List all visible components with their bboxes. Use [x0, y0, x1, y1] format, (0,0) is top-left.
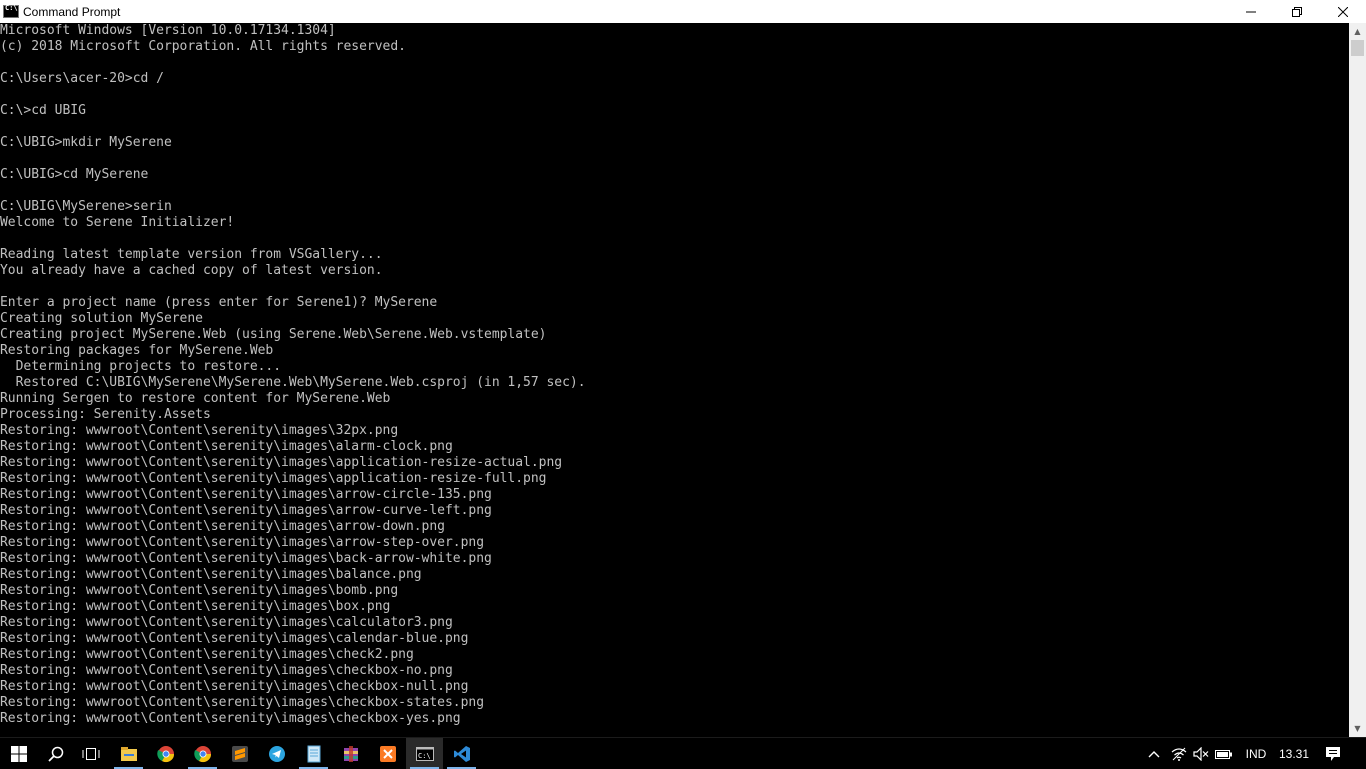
window-titlebar[interactable]: Command Prompt [0, 0, 1366, 23]
console-line: Restoring packages for MySerene.Web [0, 343, 274, 358]
console-line: Restoring: wwwroot\Content\serenity\imag… [0, 535, 485, 550]
console-line: Restoring: wwwroot\Content\serenity\imag… [0, 695, 485, 710]
close-button[interactable] [1320, 0, 1366, 23]
taskbar-winrar[interactable] [332, 738, 369, 769]
wifi-icon [1171, 747, 1187, 761]
restore-button[interactable] [1274, 0, 1320, 23]
taskbar-file-explorer[interactable] [110, 738, 147, 769]
taskbar-command-prompt[interactable]: C:\ [406, 738, 443, 769]
window-title: Command Prompt [23, 4, 121, 19]
chevron-up-icon [1148, 750, 1160, 757]
minimize-button[interactable] [1228, 0, 1274, 23]
console-line: Restoring: wwwroot\Content\serenity\imag… [0, 599, 391, 614]
volume-button[interactable] [1190, 738, 1212, 769]
console-line: Restoring: wwwroot\Content\serenity\imag… [0, 455, 563, 470]
file-explorer-icon [120, 746, 137, 761]
window-controls [1228, 0, 1366, 23]
console-line: Determining projects to restore... [0, 359, 282, 374]
console-line: Restoring: wwwroot\Content\serenity\imag… [0, 711, 461, 726]
input-language-button[interactable]: IND [1237, 738, 1275, 769]
notepad-icon [307, 745, 320, 762]
console-line: Enter a project name (press enter for Se… [0, 295, 438, 310]
scroll-down-button[interactable]: ▼ [1349, 720, 1366, 737]
command-prompt-icon: C:\ [415, 746, 434, 761]
sublime-text-icon [231, 745, 248, 762]
console-line: Restoring: wwwroot\Content\serenity\imag… [0, 663, 453, 678]
console-line: Microsoft Windows [Version 10.0.17134.13… [0, 23, 336, 38]
console-line: Processing: Serenity.Assets [0, 407, 211, 422]
console-line: C:\UBIG>mkdir MySerene [0, 135, 172, 150]
minimize-icon [1246, 11, 1256, 12]
taskbar-telegram[interactable] [258, 738, 295, 769]
command-prompt-icon [3, 4, 19, 18]
console-line: Running Sergen to restore content for My… [0, 391, 391, 406]
console-line: Restoring: wwwroot\Content\serenity\imag… [0, 679, 469, 694]
restore-icon [1292, 6, 1302, 17]
taskbar-notepad[interactable] [295, 738, 332, 769]
search-icon [47, 746, 63, 762]
xampp-icon [379, 745, 396, 762]
action-center-button[interactable] [1318, 738, 1348, 769]
console-output[interactable]: Microsoft Windows [Version 10.0.17134.13… [0, 23, 1349, 737]
clock[interactable]: 13.31 [1274, 738, 1314, 769]
taskbar-xampp[interactable] [369, 738, 406, 769]
notification-icon [1326, 746, 1340, 761]
taskbar-chrome-2[interactable] [184, 738, 221, 769]
console-line: Restoring: wwwroot\Content\serenity\imag… [0, 439, 453, 454]
chrome-icon [156, 745, 174, 762]
console-line: Restoring: wwwroot\Content\serenity\imag… [0, 519, 445, 534]
console-line: (c) 2018 Microsoft Corporation. All righ… [0, 39, 406, 54]
taskbar-sublime-text[interactable] [221, 738, 258, 769]
console-line: Restoring: wwwroot\Content\serenity\imag… [0, 471, 547, 486]
close-icon [1338, 6, 1348, 17]
console-line: Restoring: wwwroot\Content\serenity\imag… [0, 551, 492, 566]
winrar-icon [343, 745, 358, 762]
start-windows-icon [10, 745, 27, 762]
taskbar: C:\ IND 13.31 [0, 737, 1366, 769]
console-line: C:\>cd UBIG [0, 103, 86, 118]
vscode-icon [453, 745, 470, 762]
search-button[interactable] [37, 738, 74, 769]
console-line: Restoring: wwwroot\Content\serenity\imag… [0, 615, 453, 630]
console-line: Restoring: wwwroot\Content\serenity\imag… [0, 487, 492, 502]
scrollbar-thumb[interactable] [1351, 40, 1364, 56]
volume-muted-icon [1193, 746, 1209, 761]
console-line: Restoring: wwwroot\Content\serenity\imag… [0, 567, 422, 582]
battery-icon [1215, 749, 1232, 759]
console-line: Restored C:\UBIG\MySerene\MySerene.Web\M… [0, 375, 586, 390]
console-line: Restoring: wwwroot\Content\serenity\imag… [0, 631, 469, 646]
console-line: Restoring: wwwroot\Content\serenity\imag… [0, 423, 399, 438]
console-line: Welcome to Serene Initializer! [0, 215, 235, 230]
console-line: Restoring: wwwroot\Content\serenity\imag… [0, 503, 492, 518]
console-line: You already have a cached copy of latest… [0, 263, 383, 278]
task-view-button[interactable] [72, 738, 109, 769]
network-button[interactable] [1168, 738, 1190, 769]
show-hidden-icons-button[interactable] [1143, 738, 1165, 769]
task-view-icon [82, 747, 99, 760]
console-line: C:\UBIG>cd MySerene [0, 167, 149, 182]
start-button[interactable] [0, 738, 37, 769]
taskbar-chrome[interactable] [147, 738, 184, 769]
console-line: Restoring: wwwroot\Content\serenity\imag… [0, 583, 399, 598]
console-line: Creating project MySerene.Web (using Ser… [0, 327, 547, 342]
chrome-icon [193, 745, 211, 762]
telegram-icon [268, 745, 285, 762]
console-line: Restoring: wwwroot\Content\serenity\imag… [0, 647, 414, 662]
console-line: Creating solution MySerene [0, 311, 203, 326]
taskbar-vscode[interactable] [443, 738, 480, 769]
battery-button[interactable] [1213, 738, 1235, 769]
console-line: C:\UBIG\MySerene>serin [0, 199, 172, 214]
scroll-up-button[interactable]: ▲ [1349, 23, 1366, 40]
svg-text:C:\: C:\ [418, 752, 431, 760]
console-line: C:\Users\acer-20>cd / [0, 71, 164, 86]
console-line: Reading latest template version from VSG… [0, 247, 383, 262]
vertical-scrollbar[interactable]: ▲ ▼ [1349, 23, 1366, 737]
